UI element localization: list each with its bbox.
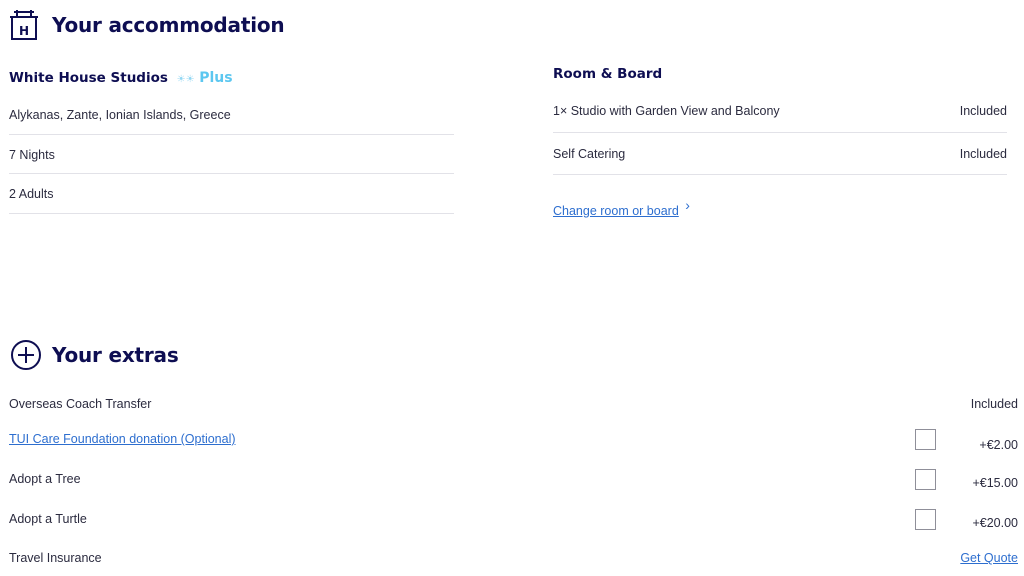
- extra-coach-transfer-label: Overseas Coach Transfer: [9, 397, 152, 411]
- adopt-turtle-checkbox[interactable]: [915, 509, 936, 530]
- rating-suns: ☀☀: [176, 74, 195, 85]
- plus-badge: Plus: [199, 70, 233, 86]
- room-status: Included: [959, 104, 1007, 118]
- add-circle-icon: [11, 340, 41, 370]
- room-label: 1× Studio with Garden View and Balcony: [553, 104, 780, 118]
- extra-adopt-turtle-price: +€20.00: [972, 516, 1018, 530]
- room-board-heading: Room & Board: [553, 66, 663, 82]
- adopt-tree-checkbox[interactable]: [915, 469, 936, 490]
- accommodation-heading: Your accommodation: [52, 13, 285, 37]
- extra-coach-transfer-value: Included: [970, 397, 1018, 411]
- extra-tui-care-label[interactable]: TUI Care Foundation donation (Optional): [9, 432, 236, 446]
- travel-insurance-quote[interactable]: Get Quote: [960, 551, 1018, 565]
- extra-adopt-tree-price: +€15.00: [972, 476, 1018, 490]
- room-row: 1× Studio with Garden View and Balcony I…: [553, 90, 1007, 133]
- extra-travel-insurance-label: Travel Insurance: [9, 551, 102, 565]
- extra-adopt-tree-label: Adopt a Tree: [9, 472, 81, 486]
- get-quote-link[interactable]: Get Quote: [960, 551, 1018, 565]
- extras-section: Your extras: [0, 330, 1024, 576]
- tui-care-checkbox[interactable]: [915, 429, 936, 450]
- detail-row-nights: 7 Nights: [9, 135, 454, 174]
- board-row: Self Catering Included: [553, 133, 1007, 175]
- change-room-board[interactable]: Change room or board ›: [553, 197, 690, 220]
- location-text: Alykanas, Zante, Ionian Islands, Greece: [9, 108, 231, 122]
- hotel-name: White House Studios: [9, 70, 168, 86]
- board-status: Included: [959, 147, 1007, 161]
- svg-text:H: H: [19, 24, 29, 38]
- extras-heading: Your extras: [52, 343, 179, 367]
- extra-adopt-turtle-label: Adopt a Turtle: [9, 512, 87, 526]
- tui-care-link[interactable]: TUI Care Foundation donation (Optional): [9, 432, 236, 446]
- nights-text: 7 Nights: [9, 148, 55, 162]
- board-label: Self Catering: [553, 147, 626, 161]
- chevron-right-icon: ›: [685, 197, 690, 213]
- hotel-name-line: White House Studios ☀☀ Plus: [9, 70, 233, 86]
- accommodation-section: H Your accommodation White House Studios…: [0, 0, 1024, 240]
- detail-row-location: Alykanas, Zante, Ionian Islands, Greece: [9, 96, 454, 135]
- change-room-board-link[interactable]: Change room or board: [553, 204, 679, 218]
- guests-text: 2 Adults: [9, 187, 54, 201]
- extra-tui-care-price: +€2.00: [979, 438, 1018, 452]
- detail-row-guests: 2 Adults: [9, 174, 454, 214]
- hotel-icon: H: [10, 10, 38, 40]
